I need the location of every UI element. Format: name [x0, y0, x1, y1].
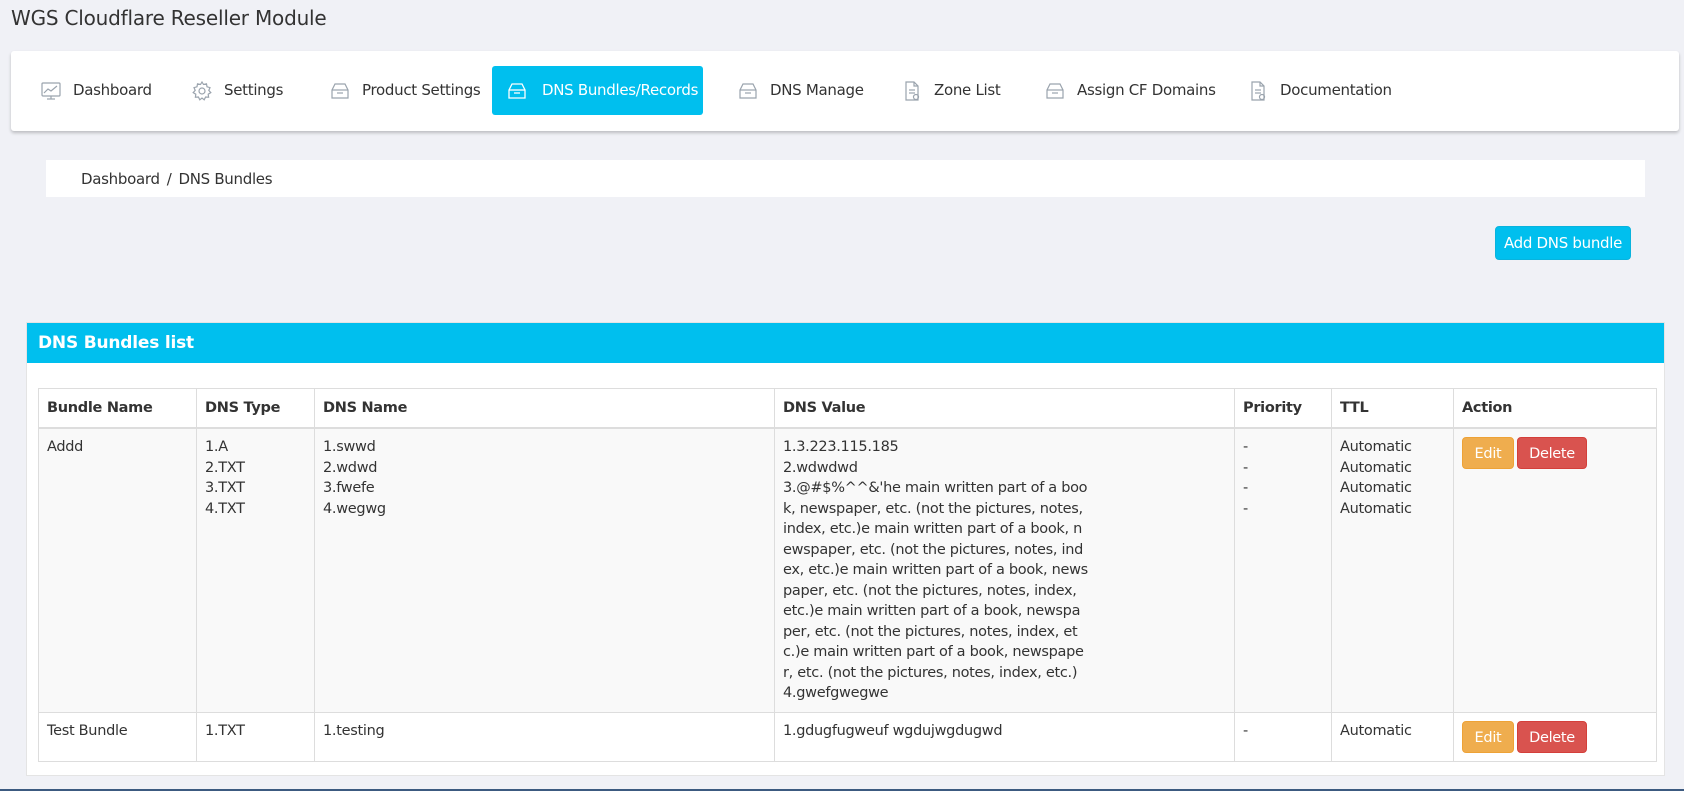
- dns-name-value: 1.swwd: [323, 439, 376, 455]
- dns-value-text: 4.gwefgwegwe: [783, 685, 889, 701]
- dns-bundles-panel: DNS Bundles list Bundle Name DNS Type DN…: [26, 322, 1665, 776]
- dns-bundles-table: Bundle Name DNS Type DNS Name DNS Value …: [38, 388, 1657, 762]
- nav-assign-cf-domains[interactable]: Assign CF Domains: [1015, 66, 1216, 115]
- nav-documentation-label: Documentation: [1280, 81, 1392, 99]
- delete-button[interactable]: Delete: [1517, 437, 1587, 469]
- nav-zone-list-label: Zone List: [934, 81, 1001, 99]
- delete-button[interactable]: Delete: [1517, 720, 1587, 753]
- ttl-value: Automatic: [1340, 459, 1412, 476]
- cell-ttl: Automatic Automatic Automatic Automatic: [1331, 427, 1454, 713]
- nav-product-settings-label: Product Settings: [362, 81, 481, 99]
- priority-value: -: [1243, 722, 1248, 739]
- header-dns-name: DNS Name: [314, 388, 775, 429]
- dns-type-value: 2.TXT: [205, 459, 245, 476]
- dns-name-value: 4.wegwg: [323, 500, 386, 517]
- nav-dns-bundles[interactable]: DNS Bundles/Records: [492, 66, 703, 115]
- dns-value-text: 1.gdugfugweuf wgdujwgdugwd: [783, 722, 1003, 739]
- dns-value-text: 3.@#$%^^&'he main written part of a book…: [783, 480, 1088, 681]
- nav-product-settings[interactable]: Product Settings: [300, 66, 490, 115]
- nav-settings[interactable]: Settings: [162, 66, 304, 115]
- inbox-icon: [508, 83, 526, 99]
- header-action: Action: [1453, 388, 1657, 429]
- dns-type-value: 3.TXT: [205, 480, 245, 496]
- cell-priority: - - - -: [1234, 427, 1332, 713]
- header-dns-type: DNS Type: [196, 388, 315, 429]
- dns-type-value: 4.TXT: [205, 500, 245, 517]
- cell-action: Edit Delete: [1453, 427, 1657, 713]
- inbox-icon: [1046, 83, 1064, 99]
- breadcrumb: Dashboard / DNS Bundles: [46, 160, 1645, 197]
- edit-button[interactable]: Edit: [1462, 720, 1514, 753]
- panel-title: DNS Bundles list: [27, 323, 1664, 363]
- nav-zone-list[interactable]: Zone List: [872, 66, 1012, 115]
- table-row: Test Bundle 1.TXT 1.testing 1.gdugfugweu…: [38, 711, 1657, 762]
- nav-dashboard[interactable]: Dashboard: [11, 66, 159, 115]
- breadcrumb-separator: /: [166, 170, 172, 188]
- dns-type-value: 1.A: [205, 439, 228, 455]
- document-icon: [905, 81, 920, 101]
- header-dns-value: DNS Value: [774, 388, 1235, 429]
- gear-icon: [192, 80, 212, 101]
- nav-dns-manage-label: DNS Manage: [770, 81, 864, 99]
- cell-dns-name: 1.swwd 2.wdwd 3.fwefe 4.wegwg: [314, 427, 775, 713]
- chart-icon: [41, 82, 61, 100]
- cell-dns-name: 1.testing: [314, 711, 775, 762]
- header-priority: Priority: [1234, 388, 1332, 429]
- priority-value: -: [1243, 459, 1248, 476]
- ttl-value: Automatic: [1340, 480, 1412, 496]
- dns-type-value: 1.TXT: [205, 722, 245, 739]
- edit-button[interactable]: Edit: [1462, 437, 1514, 469]
- nav-dns-manage[interactable]: DNS Manage: [708, 66, 868, 115]
- cell-bundle-name: Test Bundle: [38, 711, 197, 762]
- nav-documentation[interactable]: Documentation: [1218, 66, 1398, 115]
- priority-value: -: [1243, 500, 1248, 517]
- cell-bundle-name: Addd: [38, 427, 197, 713]
- dns-name-value: 1.testing: [323, 722, 385, 739]
- header-ttl: TTL: [1331, 388, 1454, 429]
- cell-action: Edit Delete: [1453, 711, 1657, 762]
- ttl-value: Automatic: [1340, 439, 1412, 455]
- page-title: WGS Cloudflare Reseller Module: [11, 6, 327, 30]
- nav-assign-cf-domains-label: Assign CF Domains: [1077, 81, 1216, 99]
- dns-value-text: 2.wdwdwd: [783, 459, 858, 476]
- breadcrumb-current: DNS Bundles: [178, 170, 273, 188]
- cell-dns-value: 1.gdugfugweuf wgdujwgdugwd: [774, 711, 1235, 762]
- table-header-row: Bundle Name DNS Type DNS Name DNS Value …: [38, 388, 1657, 429]
- nav-dashboard-label: Dashboard: [73, 81, 152, 99]
- ttl-value: Automatic: [1340, 722, 1412, 739]
- add-dns-bundle-button[interactable]: Add DNS bundle: [1495, 226, 1631, 260]
- cell-dns-type: 1.A 2.TXT 3.TXT 4.TXT: [196, 427, 315, 713]
- dns-value-text: 1.3.223.115.185: [783, 439, 899, 455]
- table-row: Addd 1.A 2.TXT 3.TXT 4.TXT 1.swwd 2.wdwd…: [38, 427, 1657, 713]
- cell-priority: -: [1234, 711, 1332, 762]
- breadcrumb-home-link[interactable]: Dashboard: [81, 170, 160, 188]
- priority-value: -: [1243, 439, 1248, 455]
- inbox-icon: [739, 83, 757, 99]
- cell-dns-type: 1.TXT: [196, 711, 315, 762]
- ttl-value: Automatic: [1340, 500, 1412, 517]
- cell-ttl: Automatic: [1331, 711, 1454, 762]
- dns-name-value: 3.fwefe: [323, 480, 375, 496]
- nav-dns-bundles-label: DNS Bundles/Records: [542, 81, 699, 99]
- main-nav: Dashboard Settings Product Settings DNS …: [11, 51, 1679, 131]
- cell-dns-value: 1.3.223.115.185 2.wdwdwd 3.@#$%^^&'he ma…: [774, 427, 1235, 713]
- dns-name-value: 2.wdwd: [323, 459, 378, 476]
- inbox-icon: [331, 83, 349, 99]
- document-icon: [1251, 81, 1266, 101]
- nav-settings-label: Settings: [224, 81, 284, 99]
- header-bundle-name: Bundle Name: [38, 388, 197, 429]
- priority-value: -: [1243, 480, 1248, 496]
